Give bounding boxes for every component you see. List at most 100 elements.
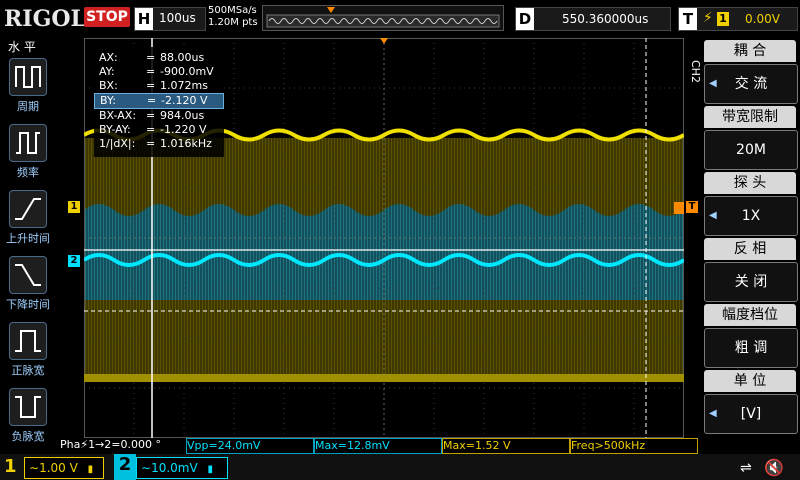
rising-edge-icon: ⚡ [703,10,713,26]
menu-arrow-icon: ◀ [709,408,717,419]
ac-coupling-icon: ∼ [29,461,40,475]
menu-arrow-icon: ◀ [709,78,717,89]
menu-channel-tag: CH2 [689,60,702,83]
cursor-key: 1/|dX|: [99,137,136,150]
invert-value-box[interactable]: 关 闭 [704,262,798,302]
memory-overview-bar[interactable] [262,5,504,31]
bandwidth-limit-value: 20M [736,142,766,158]
channel-status-bar: 1 ∼1.00 V ▮ 2 ∼10.0mV ▮ ⇌ 🔇 [0,454,800,480]
probe-menu-item[interactable]: 探 头 ◀ 1X [704,172,798,236]
cursor-row-ay: AY: = -900.0mV [94,65,222,79]
ch2-offset-marker[interactable]: 2 [68,255,80,267]
measure-period-button[interactable]: 周期 [6,58,50,114]
invert-title: 反 相 [704,238,796,260]
delay-box[interactable]: D 550.360000us [515,7,671,31]
unit-value-box[interactable]: ◀ [V] [704,394,798,434]
cursor-key: BY-AY: [99,123,131,136]
invert-menu-item[interactable]: 反 相 关 闭 [704,238,798,302]
rigol-logo: RIGOL [4,6,86,32]
cursor-eq: = [147,94,157,107]
cursor-eq: = [146,65,156,78]
unit-title: 单 位 [704,370,796,392]
trigger-level: 0.00V [745,12,780,26]
rise-time-icon [9,190,47,228]
ch1-offset-marker[interactable]: 1 [68,201,80,213]
ch2-scale: 10.0mV [151,461,198,475]
memory-depth: 1.20M pts [208,17,258,28]
bandwidth-limit-icon: ▮ [207,464,214,475]
measure-period-label: 周期 [17,100,39,113]
probe-value-box[interactable]: ◀ 1X [704,196,798,236]
trigger-level-tag[interactable]: T [686,201,698,213]
measurement-phase[interactable]: Pha⚡1→2=0.000 ° [60,438,184,452]
ch2-label[interactable]: 2 [114,454,136,480]
measure-fall-time-label: 下降时间 [6,298,50,311]
cursor-row-ax: AX: = 88.00us [94,51,222,65]
trigger-key: T [679,8,697,30]
trigger-box[interactable]: T ⚡ 1 0.00V [678,7,798,31]
cursor-value: -1.220 V [160,123,207,136]
measurement-max-ch1[interactable]: Max=1.52 V [442,438,570,454]
top-status-bar: RIGOL STOP H 100us 500MSa/s 1.20M pts D … [0,0,800,36]
measure-positive-width-button[interactable]: 正脉宽 [6,322,50,378]
bandwidth-limit-value-box[interactable]: 20M [704,130,798,170]
ch1-trace-lower [84,374,684,382]
acquisition-info: 500MSa/s 1.20M pts [208,5,258,29]
speaker-muted-icon[interactable]: 🔇 [764,458,784,477]
coupling-value-box[interactable]: ◀ 交 流 [704,64,798,104]
ch1-label[interactable]: 1 [4,456,17,477]
period-icon [9,58,47,96]
cursor-value: 984.0us [160,109,205,122]
bandwidth-limit-menu-item[interactable]: 带宽限制 20M [704,106,798,170]
frequency-icon [9,124,47,162]
cursor-row-inv-dx: 1/|dX|: = 1.016kHz [94,137,222,151]
cursor-eq: = [146,109,156,122]
volts-div-value-box[interactable]: 粗 调 [704,328,798,368]
trigger-level-marker [674,202,684,214]
measure-fall-time-button[interactable]: 下降时间 [6,256,50,312]
memory-overview-waveform [266,7,500,28]
positive-width-icon [9,322,47,360]
delay-value: 550.360000us [562,12,649,26]
ac-coupling-icon: ∼ [141,461,152,475]
measurement-freq[interactable]: Freq>500kHz [570,438,698,454]
ch2-number: 2 [118,454,132,475]
volts-div-menu-item[interactable]: 幅度档位 粗 调 [704,304,798,368]
bandwidth-limit-title: 带宽限制 [704,106,796,128]
cursor-row-dx: BX-AX: = 984.0us [94,109,222,123]
measure-frequency-button[interactable]: 频率 [6,124,50,180]
measure-rise-time-button[interactable]: 上升时间 [6,190,50,246]
run-stop-indicator[interactable]: STOP [84,7,130,27]
volts-div-title: 幅度档位 [704,304,796,326]
coupling-title: 耦 合 [704,40,796,62]
unit-menu-item[interactable]: 单 位 ◀ [V] [704,370,798,434]
left-menu-title: 水 平 [8,40,36,54]
coupling-menu-item[interactable]: 耦 合 ◀ 交 流 [704,40,798,104]
cursor-readout-table: AX: = 88.00us AY: = -900.0mV BX: = 1.072ms BY:… [94,47,224,157]
cursor-value: 1.072ms [160,79,208,92]
measure-rise-time-label: 上升时间 [6,232,50,245]
measurement-bar: Pha⚡1→2=0.000 ° Vpp=24.0mV Max=12.8mV Ma… [60,438,700,454]
probe-value: 1X [741,208,761,224]
ch1-scale-box[interactable]: ∼1.00 V ▮ [24,457,104,479]
probe-title: 探 头 [704,172,796,194]
cursor-value: 1.016kHz [160,137,212,150]
trigger-source: 1 [717,12,729,26]
measure-negative-width-button[interactable]: 负脉宽 [6,388,50,444]
cursor-row-bx: BX: = 1.072ms [94,79,222,93]
negative-width-icon [9,388,47,426]
cursor-key: AY: [99,65,115,78]
cursor-key: BX: [99,79,118,92]
fall-time-icon [9,256,47,294]
horizontal-measure-menu: 水 平 周期 频率 上升时间 下降时间 正脉宽 负脉宽 [0,36,56,456]
cursor-eq: = [146,123,156,136]
cursor-row-by[interactable]: BY: = -2.120 V [94,93,224,109]
measurement-max-ch2[interactable]: Max=12.8mV [314,438,442,454]
measurement-vpp[interactable]: Vpp=24.0mV [186,438,314,454]
ch1-scale: 1.00 V [39,461,78,475]
ch2-scale-box[interactable]: ∼10.0mV ▮ [136,457,228,479]
horizontal-scale-box[interactable]: H 100us [134,7,206,31]
sample-rate: 500MSa/s [208,5,257,16]
menu-arrow-icon: ◀ [709,210,717,221]
trigger-time-marker [380,38,388,44]
